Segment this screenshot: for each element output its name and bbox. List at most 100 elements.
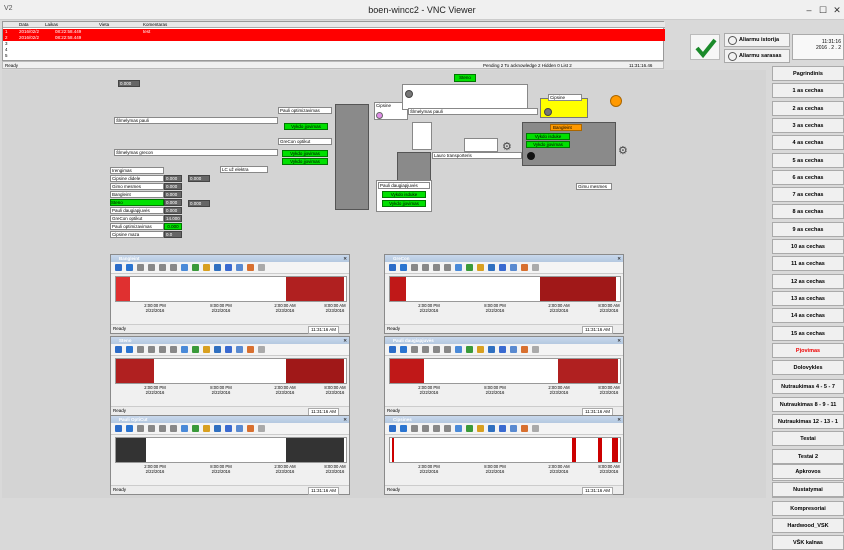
toolbar-icon[interactable] (389, 346, 396, 353)
toolbar-icon[interactable] (422, 346, 429, 353)
toolbar-icon[interactable] (389, 425, 396, 432)
alarm-list-button[interactable]: Aliarmu sarasas (724, 49, 790, 63)
toolbar-icon[interactable] (170, 425, 177, 432)
nav-button-2-as-cechas[interactable]: 2 as cechas (772, 100, 844, 116)
nav-button-13-as-cechas[interactable]: 13 as cechas (772, 290, 844, 306)
nav-button-nutraukimas-4-5-7[interactable]: Nutraukimas 4 - 5 - 7 (772, 379, 844, 395)
trend-window[interactable]: Steno ✕ 2:00:00 PM 2/22/2016 8:00:00 PM 2/22/… (110, 336, 350, 416)
acknowledge-button[interactable] (690, 34, 720, 60)
nav-button-9-as-cechas[interactable]: 9 as cechas (772, 221, 844, 237)
toolbar-icon[interactable] (126, 346, 133, 353)
nav-button-8-as-cechas[interactable]: 8 as cechas (772, 204, 844, 220)
toolbar-icon[interactable] (466, 264, 473, 271)
toolbar-icon[interactable] (433, 264, 440, 271)
nav-button-5-as-cechas[interactable]: 5 as cechas (772, 152, 844, 168)
toolbar-icon[interactable] (214, 264, 221, 271)
toolbar-icon[interactable] (170, 264, 177, 271)
trend-window[interactable]: Bangleint ✕ 2:00:00 PM 2/22/2016 8:00:00 PM 2… (110, 254, 350, 334)
nav-button-15-as-cechas[interactable]: 15 as cechas (772, 325, 844, 341)
toolbar-icon[interactable] (192, 264, 199, 271)
close-icon[interactable]: ✕ (617, 337, 621, 344)
toolbar-icon[interactable] (455, 264, 462, 271)
toolbar-icon[interactable] (422, 425, 429, 432)
toolbar-icon[interactable] (455, 425, 462, 432)
toolbar-icon[interactable] (455, 346, 462, 353)
toolbar-icon[interactable] (510, 425, 517, 432)
toolbar-icon[interactable] (225, 264, 232, 271)
toolbar-icon[interactable] (258, 346, 265, 353)
toolbar-icon[interactable] (192, 346, 199, 353)
toolbar-icon[interactable] (433, 425, 440, 432)
toolbar-icon[interactable] (477, 264, 484, 271)
toolbar-icon[interactable] (148, 425, 155, 432)
nav-button-apkrovos[interactable]: Apkrovos (772, 464, 844, 479)
toolbar-icon[interactable] (466, 346, 473, 353)
toolbar-icon[interactable] (477, 425, 484, 432)
toolbar-icon[interactable] (148, 346, 155, 353)
toolbar-icon[interactable] (236, 264, 243, 271)
toolbar-icon[interactable] (115, 264, 122, 271)
maximize-button[interactable]: ☐ (816, 4, 830, 16)
toolbar-icon[interactable] (411, 425, 418, 432)
toolbar-icon[interactable] (422, 264, 429, 271)
close-icon[interactable]: ✕ (343, 337, 347, 344)
toolbar-icon[interactable] (488, 346, 495, 353)
toolbar-icon[interactable] (499, 264, 506, 271)
close-icon[interactable]: ✕ (343, 416, 347, 423)
close-icon[interactable]: ✕ (617, 416, 621, 423)
toolbar-icon[interactable] (137, 264, 144, 271)
toolbar-icon[interactable] (115, 425, 122, 432)
nav-button-nutraukimas-8-9-11[interactable]: Nutraukimas 8 - 9 - 11 (772, 396, 844, 412)
toolbar-icon[interactable] (192, 425, 199, 432)
toolbar-icon[interactable] (389, 264, 396, 271)
toolbar-icon[interactable] (532, 264, 539, 271)
toolbar-icon[interactable] (247, 425, 254, 432)
toolbar-icon[interactable] (444, 346, 451, 353)
toolbar-icon[interactable] (159, 425, 166, 432)
toolbar-icon[interactable] (411, 346, 418, 353)
toolbar-icon[interactable] (521, 264, 528, 271)
toolbar-icon[interactable] (126, 264, 133, 271)
toolbar-icon[interactable] (247, 264, 254, 271)
toolbar-icon[interactable] (203, 346, 210, 353)
toolbar-icon[interactable] (499, 425, 506, 432)
toolbar-icon[interactable] (159, 264, 166, 271)
toolbar-icon[interactable] (148, 264, 155, 271)
nav-button-3-as-cechas[interactable]: 3 as cechas (772, 117, 844, 133)
nav-button-testai-2[interactable]: Testai 2 (772, 448, 844, 464)
toolbar-icon[interactable] (400, 264, 407, 271)
toolbar-icon[interactable] (400, 425, 407, 432)
toolbar-icon[interactable] (510, 346, 517, 353)
toolbar-icon[interactable] (477, 346, 484, 353)
close-icon[interactable]: ✕ (617, 255, 621, 262)
toolbar-icon[interactable] (466, 425, 473, 432)
nav-button-10-as-cechas[interactable]: 10 as cechas (772, 239, 844, 254)
toolbar-icon[interactable] (433, 346, 440, 353)
nav-button-v-k-kalnas[interactable]: VŠK kalnas (772, 535, 844, 550)
nav-button-nutraukimas-12-13-1[interactable]: Nutraukimas 12 - 13 - 1 (772, 414, 844, 429)
toolbar-icon[interactable] (532, 346, 539, 353)
trend-window[interactable]: Cipsines ✕ 2:00:00 PM 2/22/2016 8:00:00 PM 2/… (384, 415, 624, 495)
toolbar-icon[interactable] (214, 425, 221, 432)
toolbar-icon[interactable] (181, 346, 188, 353)
toolbar-icon[interactable] (225, 425, 232, 432)
toolbar-icon[interactable] (137, 346, 144, 353)
toolbar-icon[interactable] (236, 346, 243, 353)
toolbar-icon[interactable] (258, 264, 265, 271)
nav-button-4-as-cechas[interactable]: 4 as cechas (772, 135, 844, 151)
trend-window[interactable]: Pauli daugiapjuvės ✕ 2:00:00 PM 2/22/2016 8:… (384, 336, 624, 416)
toolbar-icon[interactable] (203, 264, 210, 271)
close-button[interactable]: ✕ (830, 4, 844, 16)
nav-button-6-as-cechas[interactable]: 6 as cechas (772, 169, 844, 185)
nav-button-1-as-cechas[interactable]: 1 as cechas (772, 83, 844, 99)
trend-window[interactable]: GreCon ✕ 2:00:00 PM 2/22/2016 8:00:00 PM 2/22… (384, 254, 624, 334)
toolbar-icon[interactable] (225, 346, 232, 353)
nav-button-pagrindinis[interactable]: Pagrindinis (772, 66, 844, 81)
toolbar-icon[interactable] (181, 264, 188, 271)
nav-button-testai[interactable]: Testai (772, 431, 844, 447)
toolbar-icon[interactable] (532, 425, 539, 432)
toolbar-icon[interactable] (203, 425, 210, 432)
nav-button-nustatymai[interactable]: Nustatymai (772, 482, 844, 497)
toolbar-icon[interactable] (521, 425, 528, 432)
toolbar-icon[interactable] (236, 425, 243, 432)
